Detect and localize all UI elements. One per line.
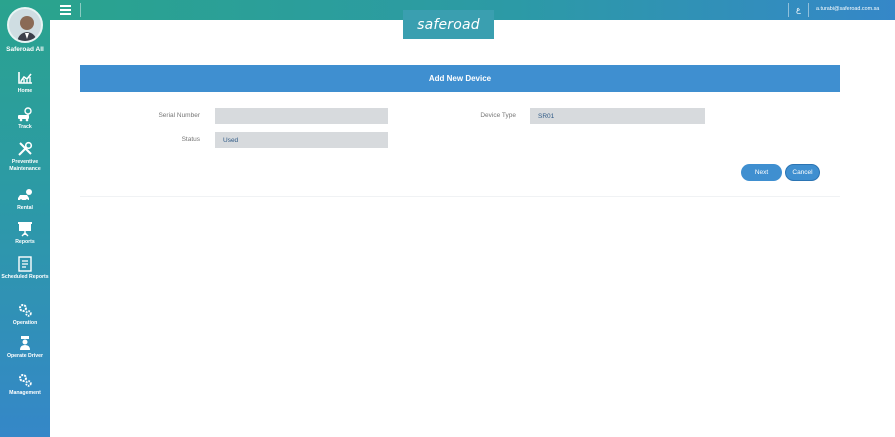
device-type-label: Device Type [480,112,516,119]
tools-icon [14,141,36,157]
presentation-board-icon [14,221,36,237]
panel-header: Add New Device [80,65,840,92]
status-select[interactable]: Used [215,132,388,148]
gears-icon [14,372,36,388]
page-title: Add New Device [428,74,492,83]
cancel-button[interactable]: Cancel [785,164,820,181]
sidebar-item-label: Scheduled Reports [1,274,49,280]
hamburger-menu-icon[interactable] [60,5,71,15]
serial-number-label: Serial Number [158,112,200,119]
user-photo-icon [9,9,41,41]
divider [80,3,81,17]
driver-icon [14,335,36,351]
sidebar-item-home[interactable]: Home [0,70,50,95]
app-window: Saferoad All Home Track Preventive Maint… [0,0,895,437]
scheduled-report-icon [14,256,36,272]
status-label: Status [181,136,200,143]
divider [80,196,840,197]
brand-logo[interactable]: saferoad [403,10,494,39]
sidebar: Saferoad All Home Track Preventive Maint… [0,0,50,437]
sidebar-item-label: Rental [17,205,33,211]
sidebar-item-management[interactable]: Management [0,372,50,397]
user-email[interactable]: a.turabi@saferoad.com.sa [816,6,879,12]
sidebar-item-operation[interactable]: Operation [0,302,50,327]
sidebar-item-operate-driver[interactable]: Operate Driver [0,335,50,360]
sidebar-item-label: Operate Driver [6,353,44,359]
sidebar-item-label: Home [17,88,33,94]
sidebar-item-scheduled-reports[interactable]: Scheduled Reports [0,256,50,281]
avatar[interactable] [7,7,43,43]
sidebar-item-preventive-maintenance[interactable]: Preventive Maintenance [0,141,50,172]
gears-icon [14,302,36,318]
logo-text: saferoad [417,16,480,33]
next-button[interactable]: Next [741,164,782,181]
chart-icon [14,70,36,86]
rental-car-icon [14,187,36,203]
track-icon [14,106,36,122]
sidebar-item-label: Management [9,390,41,396]
sidebar-item-label: Track [18,124,32,130]
sidebar-item-label: Preventive Maintenance [9,159,41,172]
divider [808,3,809,17]
device-type-select[interactable]: SR01 [530,108,705,124]
divider [788,3,789,17]
sidebar-item-reports[interactable]: Reports [0,221,50,246]
sidebar-item-label: Reports [15,239,35,245]
user-name: Saferoad All [6,46,44,53]
sidebar-item-track[interactable]: Track [0,106,50,131]
language-switch-icon[interactable]: ع [796,5,801,14]
sidebar-item-rental[interactable]: Rental [0,187,50,212]
serial-number-input[interactable] [215,108,388,124]
sidebar-item-label: Operation [12,320,38,326]
